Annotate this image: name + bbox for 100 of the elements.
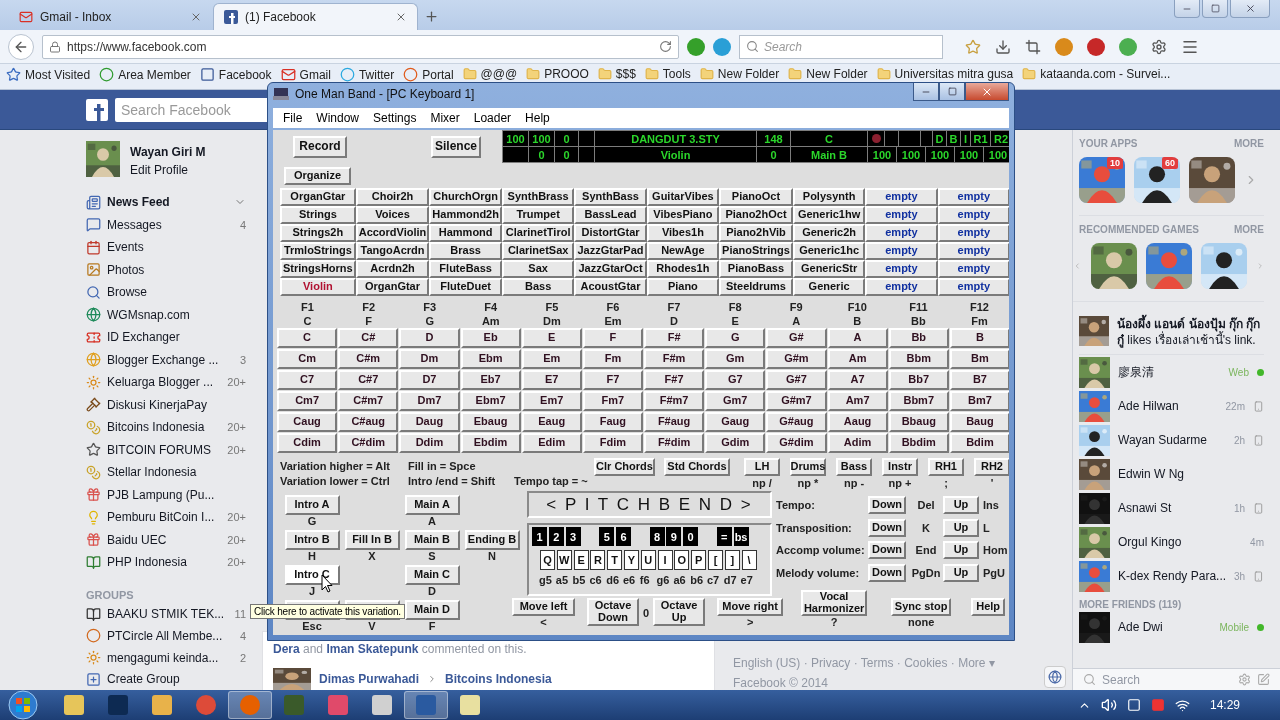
menu-item[interactable]: Mixer	[423, 111, 467, 125]
sync-stop-button[interactable]: Sync stop	[891, 598, 952, 616]
chord-button[interactable]: Em7	[521, 391, 582, 411]
voice-button[interactable]: empty	[937, 278, 1009, 296]
key[interactable]: 8	[649, 527, 665, 546]
voice-button[interactable]: Choir2h	[355, 188, 430, 206]
chord-button[interactable]: Bm7	[949, 391, 1009, 411]
key[interactable]: [	[707, 550, 723, 570]
edit-profile-link[interactable]: Edit Profile	[130, 163, 206, 177]
bookmark[interactable]: Area Member	[99, 67, 191, 82]
bookmark[interactable]: Universitas mitra gusa	[876, 67, 1014, 81]
voice-button[interactable]: Generic	[792, 278, 866, 296]
octave-down-button[interactable]: Octave Down	[587, 598, 639, 626]
voice-button[interactable]: AcoustGtar	[574, 278, 647, 296]
chord-button[interactable]: G#dim	[766, 433, 827, 453]
nav-link[interactable]: Diskusi KinerjaPay	[107, 397, 246, 412]
chord-button[interactable]: Adim	[827, 433, 888, 453]
chord-button[interactable]: F#dim	[644, 433, 705, 453]
key[interactable]: W	[556, 550, 572, 570]
chord-button[interactable]: E	[521, 328, 582, 348]
key[interactable]: 0	[683, 527, 699, 546]
chord-button[interactable]: Cm7	[277, 391, 338, 411]
voice-button[interactable]: Rhodes1h	[646, 260, 720, 278]
part-button[interactable]: RH2	[974, 458, 1009, 476]
chord-button[interactable]: Cdim	[277, 433, 338, 453]
chord-button[interactable]: G#aug	[766, 412, 827, 432]
variation-button[interactable]: Main A	[404, 495, 460, 515]
contact-name[interactable]: Wayan Sudarme	[1118, 433, 1226, 447]
chord-button[interactable]: F#7	[644, 370, 705, 390]
key[interactable]: I	[657, 550, 673, 570]
variation-button[interactable]: Intro B	[284, 530, 340, 550]
volume-icon[interactable]	[1100, 697, 1117, 713]
nav-link[interactable]: Pemburu BitCoin I...	[107, 510, 222, 525]
app-icon[interactable]	[687, 37, 705, 56]
voice-button[interactable]: GuitarVibes	[646, 188, 720, 206]
bookmark[interactable]: Most Visited	[6, 67, 91, 82]
nav-link[interactable]: PHP Indonesia	[107, 555, 222, 570]
voice-button[interactable]: empty	[865, 242, 938, 260]
menu-item[interactable]: Loader	[466, 111, 519, 125]
up-button[interactable]: Up	[943, 518, 979, 537]
voice-button[interactable]: BassLead	[574, 206, 647, 224]
chord-button[interactable]: Am	[827, 349, 888, 369]
bookmark[interactable]: PROOO	[526, 67, 589, 81]
chord-button[interactable]: Dm7	[399, 391, 460, 411]
voice-button[interactable]: Sax	[501, 260, 575, 278]
bookmark[interactable]: New Folder	[788, 67, 868, 81]
voice-button[interactable]: TangoAcrdn	[355, 242, 430, 260]
nav-link[interactable]: Browse	[107, 285, 246, 300]
chord-button[interactable]: Bb	[888, 328, 949, 348]
bookmark[interactable]: Tools	[644, 67, 691, 81]
chord-button[interactable]: C7	[277, 370, 338, 390]
browser-tab[interactable]: Gmail - Inbox	[8, 3, 213, 30]
voice-button[interactable]: Bass	[501, 278, 575, 296]
bookmark[interactable]: Facebook	[199, 67, 272, 82]
voice-button[interactable]: Hammond2h	[429, 206, 502, 224]
nav-link[interactable]: Bitcoins Indonesia	[107, 420, 222, 435]
chord-button[interactable]: D	[399, 328, 460, 348]
chord-button[interactable]: Ebaug	[460, 412, 521, 432]
close-button[interactable]	[965, 83, 1009, 101]
contact-name[interactable]: Asnawi St	[1118, 501, 1226, 515]
variation-button[interactable]: Fill In B	[344, 530, 400, 550]
chord-button[interactable]: Am7	[827, 391, 888, 411]
nav-link[interactable]: BITCOIN FORUMS	[107, 442, 222, 457]
chord-button[interactable]: Gm	[705, 349, 766, 369]
voice-button[interactable]: SynthBrass	[501, 188, 575, 206]
key[interactable]: Y	[624, 550, 639, 570]
record-button[interactable]: Record	[293, 135, 347, 158]
voice-button[interactable]: StringsHorns	[280, 260, 356, 278]
new-tab-icon[interactable]	[424, 9, 439, 24]
nav-link[interactable]: PJB Lampung (Pu...	[107, 487, 246, 502]
variation-button[interactable]: Main C	[404, 565, 460, 585]
reload-icon[interactable]	[659, 40, 672, 53]
contact-name[interactable]: Edwin W Ng	[1118, 467, 1264, 481]
start-button[interactable]	[6, 690, 40, 720]
chord-button[interactable]: C	[277, 328, 338, 348]
key[interactable]: 1	[532, 527, 547, 546]
silence-button[interactable]: Silence	[431, 135, 481, 158]
chord-button[interactable]: F#aug	[644, 412, 705, 432]
app-icon[interactable]	[1087, 37, 1105, 56]
up-button[interactable]: Up	[943, 563, 979, 582]
group-link[interactable]: BAAKU STMIK TEK...	[107, 607, 229, 622]
chord-button[interactable]: G7	[705, 370, 766, 390]
voice-button[interactable]: Strings2h	[280, 224, 356, 242]
key[interactable]: 9	[666, 527, 682, 546]
settings-icon[interactable]	[1151, 38, 1167, 55]
contact-name[interactable]: Orgul Kingo	[1118, 535, 1243, 549]
close-icon[interactable]	[190, 11, 202, 23]
variation-button[interactable]: Main D	[404, 600, 460, 620]
down-button[interactable]: Down	[868, 563, 906, 582]
chord-button[interactable]: Bm	[949, 349, 1009, 369]
voice-button[interactable]: Polysynth	[792, 188, 866, 206]
chord-button[interactable]: G#m7	[766, 391, 827, 411]
key[interactable]: 3	[565, 527, 581, 546]
move-left-button[interactable]: Move left	[512, 598, 575, 616]
voice-button[interactable]: NewAge	[646, 242, 720, 260]
menu-item[interactable]: Window	[309, 111, 367, 125]
voice-button[interactable]: Voices	[355, 206, 430, 224]
group-link[interactable]: Bitcoins Indonesia	[445, 672, 552, 686]
nav-link[interactable]: Events	[107, 240, 246, 255]
voice-button[interactable]: FluteBass	[429, 260, 502, 278]
